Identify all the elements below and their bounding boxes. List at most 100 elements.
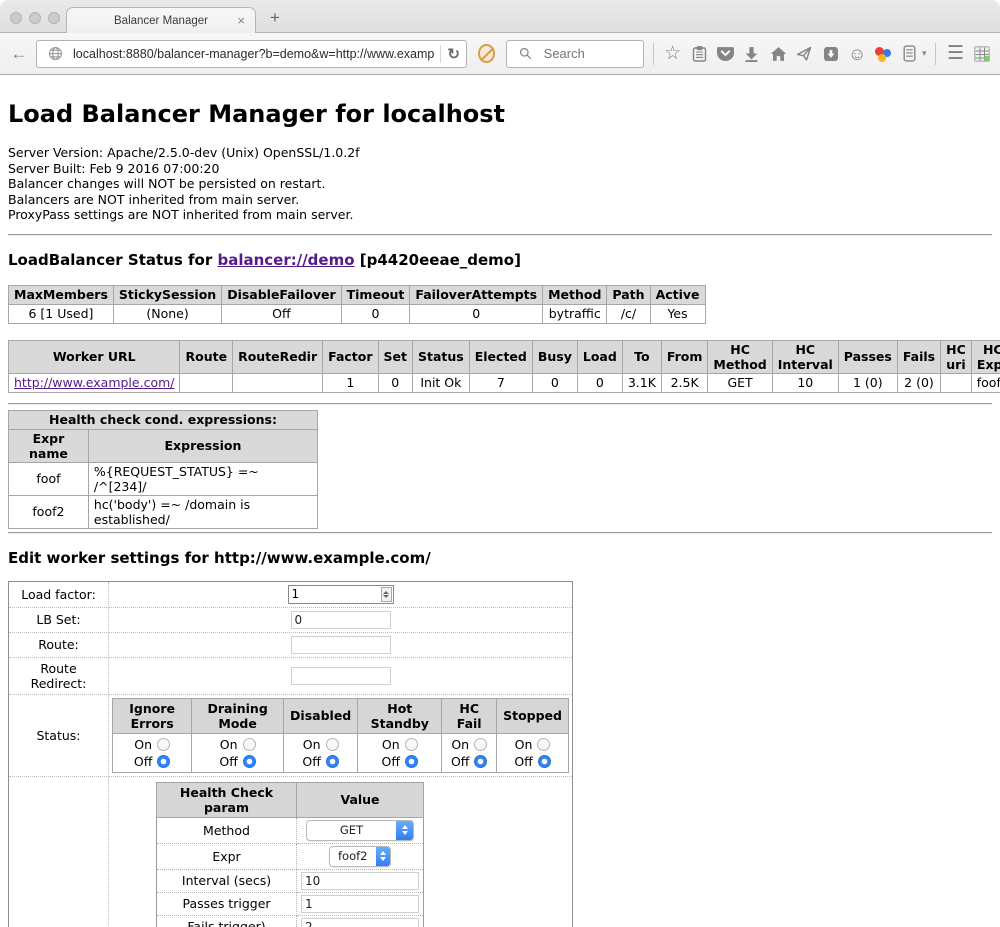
navigation-toolbar: ← localhost:8880/balancer-manager?b=demo… — [0, 33, 1000, 75]
route-label: Route: — [9, 632, 109, 657]
route-redirect-row: Route Redirect: — [9, 657, 573, 694]
stopped-cell: On Off — [497, 733, 569, 772]
table-header-row: Worker URL Route RouteRedir Factor Set S… — [9, 340, 1000, 373]
server-info: Server Version: Apache/2.5.0-dev (Unix) … — [8, 145, 992, 223]
menu-icon[interactable]: ☰ — [945, 42, 965, 66]
ignore-errors-off-radio[interactable] — [157, 755, 170, 768]
disabled-on-radio[interactable] — [326, 738, 339, 751]
hc-header-row: Health Check param Value — [157, 782, 424, 817]
load-factor-input[interactable]: 1 — [288, 585, 394, 604]
status-radios-row: On Off On Off On Off — [113, 733, 569, 772]
table-header-row: Expr name Expression — [9, 429, 318, 462]
status-row: Status: Ignore Errors Draining Mode Disa… — [9, 694, 573, 776]
select-arrows-icon — [376, 846, 391, 867]
window-controls — [10, 12, 60, 24]
chat-smiley-icon[interactable]: ☺ — [847, 42, 867, 66]
load-factor-row: Load factor: 1 — [9, 581, 573, 607]
draining-mode-on-radio[interactable] — [243, 738, 256, 751]
server-built-line: Server Built: Feb 9 2016 07:00:20 — [8, 161, 992, 177]
colored-dots-icon[interactable] — [873, 42, 893, 66]
hc-fail-off-radio[interactable] — [474, 755, 487, 768]
method-select[interactable]: GET — [306, 820, 414, 841]
route-redirect-input[interactable] — [291, 667, 391, 685]
hot-standby-cell: On Off — [358, 733, 442, 772]
fails-trigger-input[interactable] — [301, 918, 419, 927]
adblock-icon[interactable] — [478, 44, 495, 63]
hot-standby-off-radio[interactable] — [405, 755, 418, 768]
browser-window: Balancer Manager × + ← localhost:8880/ba… — [0, 0, 1000, 927]
spreadsheet-extension-icon[interactable] — [972, 42, 992, 66]
balancer-demo-link[interactable]: balancer://demo — [217, 251, 354, 269]
search-bar[interactable] — [506, 40, 644, 68]
divider — [8, 403, 992, 405]
reload-icon[interactable]: ↻ — [447, 45, 460, 63]
worker-status-table: Worker URL Route RouteRedir Factor Set S… — [8, 340, 1000, 393]
lb-set-input[interactable] — [291, 611, 391, 629]
chevron-down-icon[interactable]: ▾ — [922, 48, 927, 59]
page-content: Load Balancer Manager for localhost Serv… — [0, 75, 1000, 927]
hot-standby-on-radio[interactable] — [405, 738, 418, 751]
route-input[interactable] — [291, 636, 391, 654]
hc-fail-on-radio[interactable] — [474, 738, 487, 751]
home-icon[interactable] — [768, 42, 788, 66]
divider — [8, 532, 992, 534]
disabled-cell: On Off — [284, 733, 358, 772]
passes-trigger-input[interactable] — [301, 895, 419, 913]
ignore-errors-cell: On Off — [113, 733, 192, 772]
expr-row-foof2: foof2 hc('body') =~ /domain is establish… — [9, 495, 318, 528]
container-icon[interactable] — [900, 42, 920, 66]
tab-bar: Balancer Manager × + — [0, 0, 1000, 33]
route-redirect-label: Route Redirect: — [9, 657, 109, 694]
zoom-window-button[interactable] — [48, 12, 60, 24]
stopped-off-radio[interactable] — [538, 755, 551, 768]
table-header-row: MaxMembers StickySession DisableFailover… — [9, 285, 706, 304]
new-tab-button[interactable]: + — [270, 8, 280, 28]
proxypass-note-line: ProxyPass settings are NOT inherited fro… — [8, 207, 992, 223]
number-spinner[interactable] — [381, 587, 392, 602]
download-icon[interactable] — [742, 42, 762, 66]
status-header-row: Ignore Errors Draining Mode Disabled Hot… — [113, 698, 569, 733]
stopped-on-radio[interactable] — [537, 738, 550, 751]
worker-url-link[interactable]: http://www.example.com/ — [14, 375, 174, 390]
search-input[interactable] — [544, 46, 634, 61]
worker-row: http://www.example.com/ 1 0 Init Ok 7 0 … — [9, 373, 1000, 392]
search-icon — [514, 42, 538, 66]
expr-select[interactable]: foof2 — [329, 846, 391, 867]
bookmark-star-icon[interactable]: ☆ — [663, 42, 683, 66]
extension-download-icon[interactable] — [821, 42, 841, 66]
pocket-icon[interactable] — [715, 42, 735, 66]
toolbar-divider — [653, 43, 654, 65]
status-label: Status: — [9, 694, 109, 776]
hc-method-row: Method GET — [157, 817, 424, 843]
edit-worker-form: Load factor: 1 LB Set: Route: Route Redi… — [8, 581, 573, 927]
table-title-row: Health check cond. expressions: — [9, 410, 318, 429]
clipboard-icon[interactable] — [689, 42, 709, 66]
lb-set-row: LB Set: — [9, 607, 573, 632]
edit-worker-heading: Edit worker settings for http://www.exam… — [8, 549, 992, 567]
minimize-window-button[interactable] — [29, 12, 41, 24]
inherit-note-line: Balancers are NOT inherited from main se… — [8, 192, 992, 208]
load-factor-label: Load factor: — [9, 581, 109, 607]
draining-mode-off-radio[interactable] — [243, 755, 256, 768]
hc-passes-row: Passes trigger — [157, 892, 424, 915]
tab-balancer-manager[interactable]: Balancer Manager × — [66, 7, 256, 33]
back-button[interactable]: ← — [8, 41, 30, 67]
url-bar[interactable]: localhost:8880/balancer-manager?b=demo&w… — [36, 40, 467, 68]
close-window-button[interactable] — [10, 12, 22, 24]
url-text[interactable]: localhost:8880/balancer-manager?b=demo&w… — [73, 47, 434, 61]
interval-input[interactable] — [301, 872, 419, 890]
ignore-errors-on-radio[interactable] — [157, 738, 170, 751]
hc-interval-row: Interval (secs) — [157, 869, 424, 892]
balancer-status-table: MaxMembers StickySession DisableFailover… — [8, 285, 706, 324]
disabled-off-radio[interactable] — [326, 755, 339, 768]
health-check-table: Health Check param Value Method GET — [156, 782, 424, 927]
hc-expr-row: Expr foof2 — [157, 843, 424, 869]
send-icon[interactable] — [794, 42, 814, 66]
tab-close-icon[interactable]: × — [237, 14, 245, 27]
hc-fail-cell: On Off — [442, 733, 497, 772]
route-row: Route: — [9, 632, 573, 657]
divider — [8, 234, 992, 236]
status-options-table: Ignore Errors Draining Mode Disabled Hot… — [112, 698, 569, 773]
hc-fails-row: Fails trigger) — [157, 915, 424, 927]
server-version-line: Server Version: Apache/2.5.0-dev (Unix) … — [8, 145, 992, 161]
